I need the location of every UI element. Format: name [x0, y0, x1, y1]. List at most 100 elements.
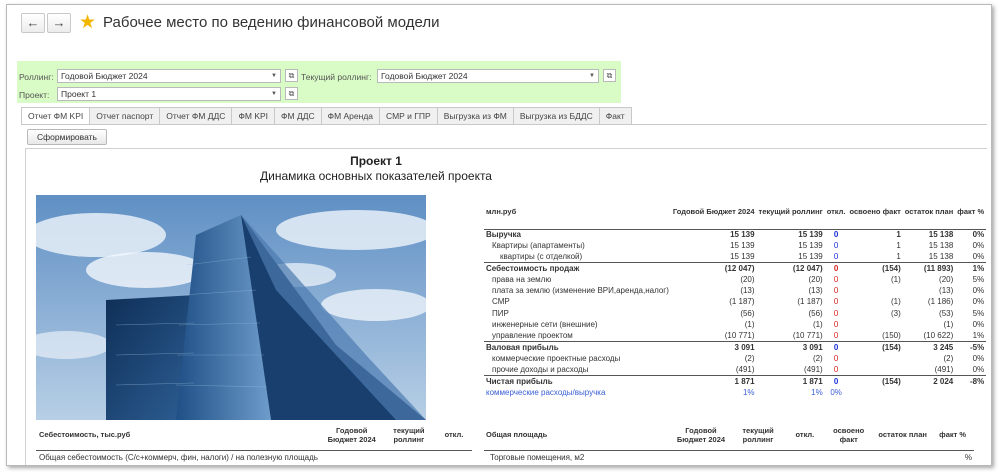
area-header: освоено факт: [823, 420, 875, 451]
table-cell: (11 893): [902, 262, 956, 275]
tab-report-fm-dds[interactable]: Отчет ФМ ДДС: [160, 107, 233, 125]
window-title: Рабочее место по ведению финансовой моде…: [103, 14, 440, 31]
table-cell: [730, 450, 787, 464]
row-label: Выручка: [484, 228, 671, 241]
table-cell: 0: [824, 341, 848, 354]
area-header: остаток план: [874, 420, 932, 451]
table-cell: (1 186): [927, 297, 954, 307]
back-arrow-icon: ←: [26, 15, 40, 30]
tab-export-fm[interactable]: Выгрузка из ФМ: [437, 107, 514, 125]
chevron-down-icon[interactable]: ▼: [268, 70, 280, 82]
row-label: инженерные сети (внешние): [492, 320, 598, 330]
generate-button[interactable]: Сформировать: [27, 129, 107, 145]
project-select[interactable]: Проект 1 ▼: [57, 87, 281, 101]
table-cell: 15 139: [670, 228, 757, 241]
skyscraper-illustration: [36, 195, 426, 420]
tab-bar: Отчет ФМ KPI Отчет паспорт Отчет ФМ ДДС …: [21, 107, 632, 125]
tab-fm-kpi[interactable]: ФМ KPI: [232, 107, 276, 125]
table-cell: [823, 450, 874, 464]
table-cell: 15 139: [756, 228, 825, 241]
area-header: откл.: [786, 420, 824, 451]
tab-report-fm-kpi[interactable]: Отчет ФМ KPI: [21, 107, 91, 125]
table-row: ПИР (56) (56) 0 (3) (53) 5%: [484, 308, 986, 319]
project-value: Проект 1: [61, 89, 97, 99]
table-cell: 1 871: [756, 375, 825, 388]
table-cell: 15 139: [798, 240, 823, 250]
table-cell: 2 024: [902, 375, 956, 388]
tab-divider: [21, 124, 987, 125]
table-row: Себестоимость продаж (12 047) (12 047) 0 (15…: [484, 262, 987, 275]
table-cell: (1): [890, 297, 901, 307]
tab-fm-dds[interactable]: ФМ ДДС: [275, 107, 322, 125]
table-cell: (10 771): [724, 331, 755, 341]
table-cell: 1%: [955, 262, 987, 275]
row-label: Квартиры (апартаменты): [492, 240, 585, 250]
row-label: плата за землю (изменение ВРИ,аренда,нал…: [492, 286, 669, 296]
project-building-image: [36, 195, 426, 420]
table-cell: [847, 319, 902, 330]
table-cell: (154): [847, 262, 903, 275]
row-label: прочие доходы и расходы: [492, 364, 589, 374]
forward-button[interactable]: →: [47, 13, 71, 33]
row-label[interactable]: коммерческие расходы/выручка: [484, 387, 671, 398]
open-project-button[interactable]: ⧉: [285, 87, 298, 100]
rolling-label: Роллинг:: [19, 72, 54, 82]
table-cell: (491): [934, 364, 954, 374]
table-row: права на землю (20) (20) 0 (1) (20) 5%: [484, 274, 986, 285]
chevron-down-icon[interactable]: ▼: [586, 70, 598, 82]
kpi-header: текущий роллинг: [756, 195, 825, 230]
open-rolling-button[interactable]: ⧉: [285, 69, 298, 82]
table-cell: (1): [890, 274, 901, 284]
table-cell: Торговые помещения, м2: [490, 452, 585, 462]
table-cell: 15 138: [928, 240, 954, 250]
open-current-rolling-button[interactable]: ⧉: [603, 69, 616, 82]
report-area[interactable]: Проект 1 Динамика основных показателей п…: [25, 148, 987, 465]
table-cell: 1%: [742, 387, 755, 397]
table-cell: [382, 450, 436, 464]
table-cell: 0: [833, 297, 839, 307]
table-cell: [847, 353, 902, 364]
row-label: Чистая прибыль: [484, 375, 671, 388]
forward-arrow-icon: →: [52, 15, 66, 30]
table-cell: [672, 450, 729, 464]
table-cell: 0: [833, 251, 839, 261]
kpi-header: млн.руб: [484, 195, 671, 230]
table-row: Валовая прибыль 3 091 3 091 0 (154) 3 245 -5%: [484, 341, 987, 354]
table-cell: (12 047): [670, 262, 757, 275]
cost-header: откл.: [435, 420, 472, 451]
tab-fact[interactable]: Факт: [599, 107, 632, 125]
table-cell: (2): [943, 353, 954, 363]
tab-fm-rent[interactable]: ФМ Аренда: [321, 107, 381, 125]
table-cell: 0: [833, 320, 839, 330]
table-cell: 0: [824, 375, 848, 388]
kpi-header: откл.: [824, 195, 848, 230]
table-cell: 0%: [972, 320, 985, 330]
area-header: текущий роллинг: [729, 420, 787, 451]
table-cell: 15 138: [928, 251, 954, 261]
cost-header: Годовой Бюджет 2024: [321, 420, 382, 451]
row-label: управление проектом: [492, 331, 573, 341]
table-cell: (2): [744, 353, 755, 363]
table-cell: (1): [744, 320, 755, 330]
tab-smr-gpr[interactable]: СМР и ГПР: [380, 107, 438, 125]
table-cell: 0%: [972, 240, 985, 250]
back-button[interactable]: ←: [21, 13, 45, 33]
chevron-down-icon[interactable]: ▼: [268, 88, 280, 100]
rolling-value: Годовой Бюджет 2024: [61, 71, 148, 81]
table-cell: 0: [824, 262, 848, 275]
tab-report-passport[interactable]: Отчет паспорт: [90, 107, 161, 125]
table-row: плата за землю (изменение ВРИ,аренда,нал…: [484, 285, 986, 296]
cost-header-row: Себестоимость, тыс.руб Годовой Бюджет 20…: [36, 420, 472, 451]
table-cell: (20): [808, 274, 823, 284]
table-row: инженерные сети (внешние) (1) (1) 0 (1) 0%: [484, 319, 986, 330]
area-header-row: Общая площадь Годовой Бюджет 2024 текущи…: [484, 420, 974, 451]
tab-export-bdds[interactable]: Выгрузка из БДДС: [513, 107, 600, 125]
table-cell: 0%: [972, 353, 985, 363]
report-subtitle: Динамика основных показателей проекта: [260, 169, 492, 183]
favorite-star-icon[interactable]: ★: [79, 11, 96, 34]
table-cell: [847, 285, 902, 296]
rolling-select[interactable]: Годовой Бюджет 2024 ▼: [57, 69, 281, 83]
current-rolling-label: Текущий роллинг:: [301, 72, 372, 82]
current-rolling-select[interactable]: Годовой Бюджет 2024 ▼: [377, 69, 599, 83]
table-cell: Общая себестоимость (С/с+коммерч, фин, н…: [39, 452, 318, 462]
